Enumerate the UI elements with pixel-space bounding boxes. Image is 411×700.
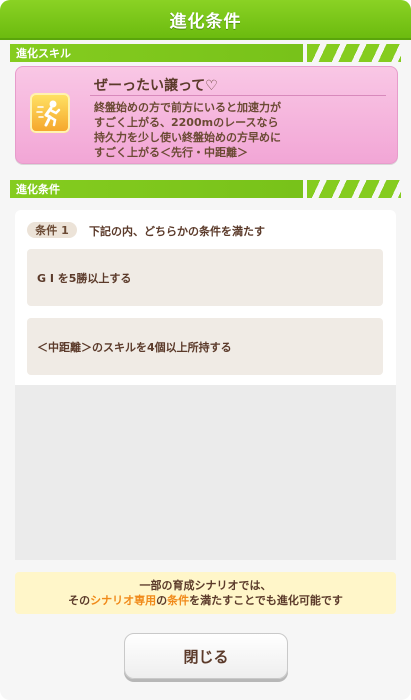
skill-description-line: すごく上がる、2200mのレースなら [94,116,279,129]
skill-name: ぜーったい譲って♡ [94,78,218,94]
speed-up-runner-icon [30,93,70,133]
skill-description-line: 持久力を少し使い終盤始めの方早めに [94,131,281,144]
notice-text: の [156,594,168,607]
condition-item-text: G I を5勝以上する [37,271,132,285]
condition-number-chip: 条件 1 [27,222,77,238]
condition-section-label: 進化条件 [16,183,60,196]
skill-description-line: 終盤始めの方で前方にいると加速力が [94,101,281,114]
dialog-title-bar: 進化条件 [0,0,411,40]
dialog-title: 進化条件 [169,11,242,32]
condition-section-header: 進化条件 [10,180,401,198]
evolution-conditions-dialog: 進化条件 進化スキル ぜーったい譲って♡ 終盤始めの方で前方にいると加速力が す… [0,0,411,700]
notice-line-1: 一部の育成シナリオでは、 [139,579,272,592]
condition-item: G I を5勝以上する [27,249,383,306]
notice-highlight: シナリオ専用 [90,594,157,607]
notice-line-2: そのシナリオ専用の条件を満たすことでも進化可能です [68,594,343,607]
notice-highlight: 条件 [167,594,190,607]
skill-section-label: 進化スキル [16,47,71,60]
close-button[interactable]: 閉じる [124,633,288,679]
runner-glyph [36,100,61,127]
scenario-notice: 一部の育成シナリオでは、 そのシナリオ専用の条件を満たすことでも進化可能です [15,572,396,614]
skill-description: 終盤始めの方で前方にいると加速力が すごく上がる、2200mのレースなら 持久力… [94,100,394,160]
notice-text: を満たすことでも進化可能です [189,594,343,607]
condition-panel-empty-area [15,385,396,560]
notice-text: その [68,594,91,607]
condition-item-text: ＜中距離＞のスキルを4個以上所持する [37,340,232,354]
evolved-skill-card: ぜーったい譲って♡ 終盤始めの方で前方にいると加速力が すごく上がる、2200m… [15,66,398,164]
condition-item: ＜中距離＞のスキルを4個以上所持する [27,318,383,375]
skill-description-line: すごく上がる＜先行・中距離＞ [94,146,248,159]
skill-name-divider [90,95,386,96]
skill-section-header: 進化スキル [10,44,401,62]
condition-instruction: 下記の内、どちらかの条件を満たす [89,225,265,238]
